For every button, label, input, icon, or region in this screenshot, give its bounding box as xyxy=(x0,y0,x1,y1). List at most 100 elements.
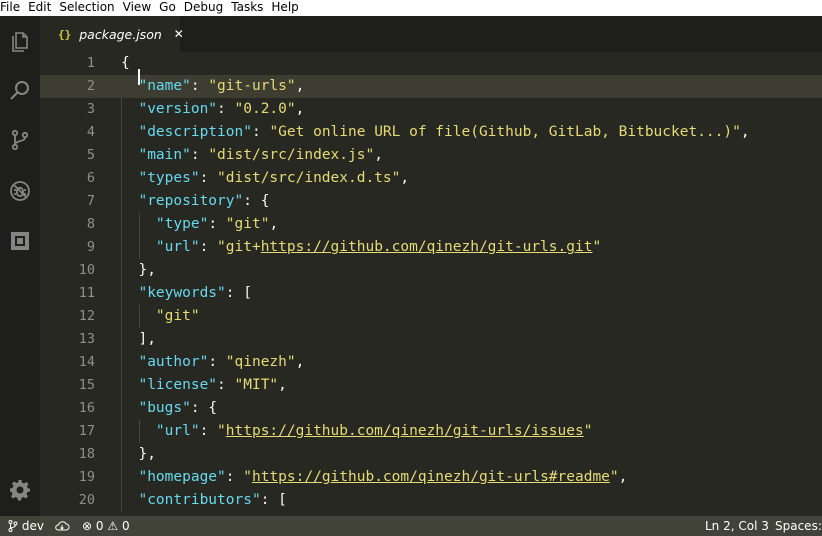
tab-package-json[interactable]: {} package.json ✕ xyxy=(40,16,184,52)
url-link[interactable]: https://github.com/qinezh/git-urls#readm… xyxy=(252,469,610,485)
tab-label: package.json xyxy=(79,26,162,42)
line-code: "name": "git-urls", xyxy=(121,75,304,98)
code-line[interactable]: 7 "repository": { xyxy=(40,190,822,213)
line-code: ], xyxy=(121,328,156,351)
punctuation: : xyxy=(208,354,226,370)
json-key: "version" xyxy=(138,101,218,117)
punctuation: , xyxy=(278,377,287,393)
punctuation: : xyxy=(199,170,218,186)
search-icon[interactable] xyxy=(6,77,34,105)
line-code: "git" xyxy=(121,305,200,328)
line-code: "types": "dist/src/index.d.ts", xyxy=(121,167,409,190)
debug-icon[interactable] xyxy=(6,177,34,205)
code-line[interactable]: 15 "license": "MIT", xyxy=(40,374,822,397)
line-number: 4 xyxy=(86,124,95,140)
punctuation: , xyxy=(295,354,305,370)
code-line[interactable]: 20 "contributors": [ xyxy=(40,489,822,512)
extensions-icon[interactable] xyxy=(6,227,34,255)
indentation-setting[interactable]: Spaces: 2 xyxy=(775,516,822,536)
json-string: "git" xyxy=(155,308,200,324)
code-line[interactable]: 9 "url": "git+https://github.com/qinezh/… xyxy=(40,236,822,259)
menu-view[interactable]: View xyxy=(123,0,159,16)
code-line[interactable]: 11 "keywords": [ xyxy=(40,282,822,305)
line-number: 20 xyxy=(78,492,95,508)
code-line[interactable]: 2 "name": "git-urls", xyxy=(40,75,822,98)
code-line[interactable]: 19 "homepage": "https://github.com/qinez… xyxy=(40,466,822,489)
punctuation: : [ xyxy=(260,492,287,508)
error-count: 0 xyxy=(95,519,104,533)
close-icon[interactable]: ✕ xyxy=(174,27,184,41)
menu-selection[interactable]: Selection xyxy=(59,0,122,16)
menu-file[interactable]: File xyxy=(0,0,28,16)
punctuation xyxy=(121,377,138,393)
line-code: "bugs": { xyxy=(121,397,217,420)
line-number: 7 xyxy=(86,193,95,209)
sync-icon[interactable] xyxy=(54,516,70,536)
json-string: "git+ xyxy=(217,239,261,255)
line-number: 18 xyxy=(78,446,95,462)
line-number: 16 xyxy=(78,400,95,416)
punctuation: { xyxy=(121,55,130,71)
punctuation: , xyxy=(400,170,410,186)
line-number: 17 xyxy=(78,423,95,439)
url-link[interactable]: https://github.com/qinezh/git-urls/issue… xyxy=(226,423,584,439)
punctuation: : { xyxy=(190,400,218,416)
line-code: "repository": { xyxy=(121,190,269,213)
code-editor[interactable]: 1{2 "name": "git-urls", 3 "version": "0.2… xyxy=(40,52,822,516)
code-line[interactable]: 6 "types": "dist/src/index.d.ts", xyxy=(40,167,822,190)
code-line[interactable]: 1{ xyxy=(40,52,822,75)
json-key: "name" xyxy=(138,78,191,94)
warning-count: 0 xyxy=(121,519,130,533)
code-line[interactable]: 13 ], xyxy=(40,328,822,351)
json-string: "dist/src/index.js" xyxy=(208,147,375,163)
line-code: "url": "https://github.com/qinezh/git-ur… xyxy=(121,420,593,443)
line-number: 19 xyxy=(78,469,95,485)
line-number: 10 xyxy=(78,262,95,278)
punctuation xyxy=(121,285,138,301)
problems-indicator[interactable]: ⊗ 0 ⚠ 0 xyxy=(82,516,130,536)
json-string: "git-urls" xyxy=(208,78,296,94)
punctuation: : xyxy=(190,147,209,163)
menu-edit[interactable]: Edit xyxy=(28,0,59,16)
code-line[interactable]: 3 "version": "0.2.0", xyxy=(40,98,822,121)
json-string: " xyxy=(217,423,226,439)
cursor-position[interactable]: Ln 2, Col 3 xyxy=(705,516,769,536)
json-string: " xyxy=(243,469,252,485)
code-line[interactable]: 16 "bugs": { xyxy=(40,397,822,420)
code-line[interactable]: 4 "description": "Get online URL of file… xyxy=(40,121,822,144)
code-line[interactable]: 8 "type": "git", xyxy=(40,213,822,236)
punctuation: : xyxy=(217,377,235,393)
punctuation xyxy=(121,308,156,324)
punctuation: : { xyxy=(243,193,270,209)
settings-gear-icon[interactable] xyxy=(6,476,34,504)
json-string: " xyxy=(592,239,602,255)
punctuation: ], xyxy=(121,331,156,347)
json-key: "main" xyxy=(138,147,191,163)
code-line[interactable]: 12 "git" xyxy=(40,305,822,328)
punctuation: }, xyxy=(121,446,156,462)
menu-tasks[interactable]: Tasks xyxy=(231,0,271,16)
punctuation xyxy=(121,170,138,186)
url-link[interactable]: https://github.com/qinezh/git-urls.git xyxy=(261,239,593,255)
punctuation: : [ xyxy=(225,285,252,301)
branch-indicator[interactable]: dev xyxy=(8,516,44,536)
code-line[interactable]: 18 }, xyxy=(40,443,822,466)
source-control-icon[interactable] xyxy=(6,126,34,154)
menu-help[interactable]: Help xyxy=(271,0,306,16)
explorer-icon[interactable] xyxy=(6,28,34,56)
menu-debug[interactable]: Debug xyxy=(184,0,231,16)
line-number: 3 xyxy=(86,101,95,117)
punctuation: : xyxy=(251,124,270,140)
code-line[interactable]: 14 "author": "qinezh", xyxy=(40,351,822,374)
line-code: "description": "Get online URL of file(G… xyxy=(121,121,749,144)
menu-go[interactable]: Go xyxy=(159,0,184,16)
code-line[interactable]: 5 "main": "dist/src/index.js", xyxy=(40,144,822,167)
json-key: "author" xyxy=(138,354,209,370)
json-key: "repository" xyxy=(138,193,244,209)
punctuation: , xyxy=(374,147,383,163)
line-number: 14 xyxy=(78,354,95,370)
code-line[interactable]: 17 "url": "https://github.com/qinezh/git… xyxy=(40,420,822,443)
code-line[interactable]: 10 }, xyxy=(40,259,822,282)
punctuation: : xyxy=(208,216,226,232)
json-key: "homepage" xyxy=(138,469,226,485)
